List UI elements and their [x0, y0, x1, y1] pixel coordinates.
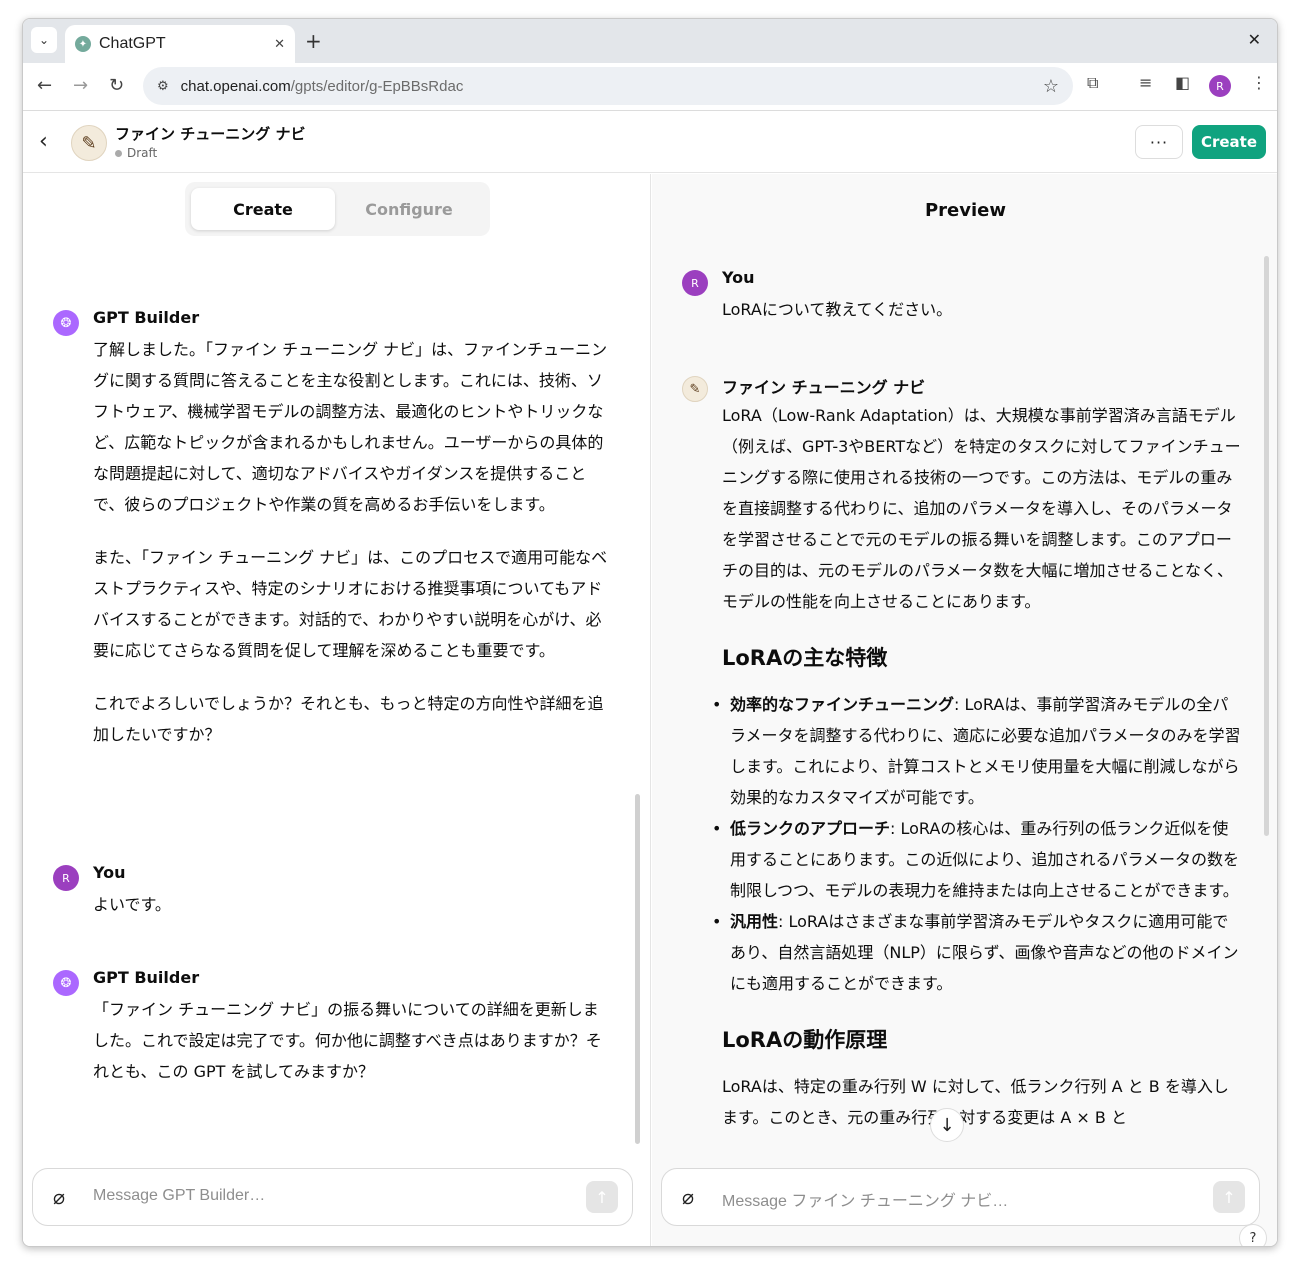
gpt-builder-avatar-icon: ❂ [53, 970, 79, 996]
reload-icon[interactable]: ↻ [109, 75, 124, 96]
builder-composer[interactable]: ⌀ Message GPT Builder… ↑ [32, 1168, 633, 1226]
more-options-button[interactable]: ··· [1135, 125, 1183, 159]
tab-title: ChatGPT [99, 35, 166, 52]
tab-close-icon[interactable]: ✕ [274, 37, 285, 52]
gpt-name: ファイン チューニング ナビ [115, 125, 306, 143]
message-author: GPT Builder [93, 968, 200, 987]
message-author: You [93, 863, 126, 882]
message-author: You [722, 268, 755, 287]
address-bar[interactable]: ⚙ chat.openai.com/gpts/editor/g-EpBBsRda… [143, 67, 1073, 105]
back-chevron-icon[interactable]: ‹ [39, 129, 48, 154]
user-avatar: R [53, 865, 79, 891]
message-body: 「ファイン チューニング ナビ」の振る舞いについての詳細を更新しました。これで設… [93, 1000, 602, 1081]
app-header: ‹ ✎ ファイン チューニング ナビ Draft ··· Create [23, 111, 1277, 173]
message-author: GPT Builder [93, 308, 200, 327]
status-dot-icon [115, 149, 122, 157]
profile-avatar[interactable]: R [1209, 75, 1231, 97]
answer-paragraph: LoRAは、特定の重み行列 W に対して、低ランク行列 A と B を導入します… [722, 1077, 1229, 1127]
scrollbar[interactable] [1264, 256, 1269, 836]
new-tab-icon[interactable]: + [305, 29, 322, 53]
message-body: LoRA（Low-Rank Adaptation）は、大規模な事前学習済み言語モ… [712, 400, 1242, 1133]
builder-panel: Create Configure ❂ GPT Builder 了解しました。「フ… [23, 174, 651, 1246]
preview-panel: Preview R You LoRAについて教えてください。 ✎ ファイン チュ… [652, 174, 1277, 1246]
forward-arrow-icon[interactable]: → [73, 75, 88, 96]
browser-tab[interactable]: ✦ ChatGPT ✕ [65, 25, 295, 63]
user-avatar: R [682, 270, 708, 296]
list-item: 低ランクのアプローチ: LoRAの核心は、重み行列の低ランク近似を使用することに… [712, 813, 1242, 906]
tab-create[interactable]: Create [191, 188, 335, 230]
message-author: ファイン チューニング ナビ [722, 378, 926, 397]
list-item: 汎用性: LoRAはさまざまな事前学習済みモデルやタスクに適用可能であり、自然言… [712, 906, 1242, 999]
extensions-icon[interactable]: ⧉ [1087, 73, 1098, 93]
list-item-text: : LoRAはさまざまな事前学習済みモデルやタスクに適用可能であり、自然言語処理… [730, 912, 1239, 993]
attach-paperclip-icon[interactable]: ⌀ [53, 1185, 65, 1209]
media-icon[interactable]: ≡ [1139, 73, 1152, 92]
message-body: よいです。 [93, 895, 171, 914]
message-paragraph: これでよろしいでしょうか？それとも、もっと特定の方向性や詳細を追加したいですか？ [93, 694, 604, 744]
status-text: Draft [127, 146, 158, 160]
draft-status: Draft [115, 146, 157, 160]
back-arrow-icon[interactable]: ← [37, 75, 52, 96]
preview-title: Preview [924, 200, 1007, 221]
url-path: /gpts/editor/g-EpBBsRdac [290, 77, 464, 95]
create-button[interactable]: Create [1192, 125, 1266, 159]
attach-paperclip-icon[interactable]: ⌀ [682, 1185, 694, 1209]
tab-strip: ⌄ ✦ ChatGPT ✕ + ✕ [23, 19, 1277, 63]
section-heading: LoRAの動作原理 [722, 1028, 888, 1052]
section-heading: LoRAの主な特徴 [722, 646, 888, 670]
send-button[interactable]: ↑ [1213, 1181, 1245, 1213]
list-item-term: 汎用性 [730, 912, 779, 931]
side-panel-icon[interactable]: ◧ [1175, 73, 1190, 92]
bookmark-star-icon[interactable]: ☆ [1043, 76, 1059, 97]
scrollbar[interactable] [635, 794, 640, 1144]
chatgpt-favicon-icon: ✦ [75, 36, 91, 52]
browser-window: ⌄ ✦ ChatGPT ✕ + ✕ ← → ↻ ⚙ chat.openai.co… [22, 18, 1278, 1247]
builder-message-input[interactable]: Message GPT Builder… [93, 1187, 265, 1205]
send-button[interactable]: ↑ [586, 1181, 618, 1213]
list-item: 効率的なファインチューニング: LoRAは、事前学習済みモデルの全パラメータを調… [712, 689, 1242, 813]
gpt-avatar-icon: ✎ [682, 376, 708, 402]
url-text: chat.openai.com/gpts/editor/g-EpBBsRdac [181, 78, 1043, 95]
gpt-avatar: ✎ [71, 125, 107, 161]
scroll-down-arrow-icon[interactable]: ↓ [930, 1108, 964, 1142]
message-body: 了解しました。「ファイン チューニング ナビ」は、ファインチューニングに関する質… [93, 334, 613, 772]
message-paragraph: 了解しました。「ファイン チューニング ナビ」は、ファインチューニングに関する質… [93, 340, 608, 514]
browser-toolbar: ← → ↻ ⚙ chat.openai.com/gpts/editor/g-Ep… [23, 63, 1277, 111]
url-host: chat.openai.com [180, 77, 291, 95]
preview-composer[interactable]: ⌀ Message ファイン チューニング ナビ… ↑ [661, 1168, 1260, 1226]
list-item-term: 効率的なファインチューニング [730, 695, 955, 714]
gpt-builder-avatar-icon: ❂ [53, 310, 79, 336]
answer-intro: LoRA（Low-Rank Adaptation）は、大規模な事前学習済み言語モ… [722, 406, 1241, 611]
tab-search-button[interactable]: ⌄ [31, 27, 57, 53]
browser-menu-icon[interactable]: ⋮ [1251, 73, 1267, 92]
message-body: LoRAについて教えてください。 [722, 300, 953, 319]
mode-switch: Create Configure [185, 182, 490, 236]
preview-message-input[interactable]: Message ファイン チューニング ナビ… [722, 1187, 1008, 1211]
help-button[interactable]: ? [1239, 1224, 1267, 1246]
site-info-icon[interactable]: ⚙ [157, 79, 169, 94]
tab-configure[interactable]: Configure [337, 188, 481, 230]
message-paragraph: また、「ファイン チューニング ナビ」は、このプロセスで適用可能なベストプラクテ… [93, 548, 608, 660]
list-item-term: 低ランクのアプローチ [730, 819, 891, 838]
window-close-icon[interactable]: ✕ [1248, 30, 1261, 49]
